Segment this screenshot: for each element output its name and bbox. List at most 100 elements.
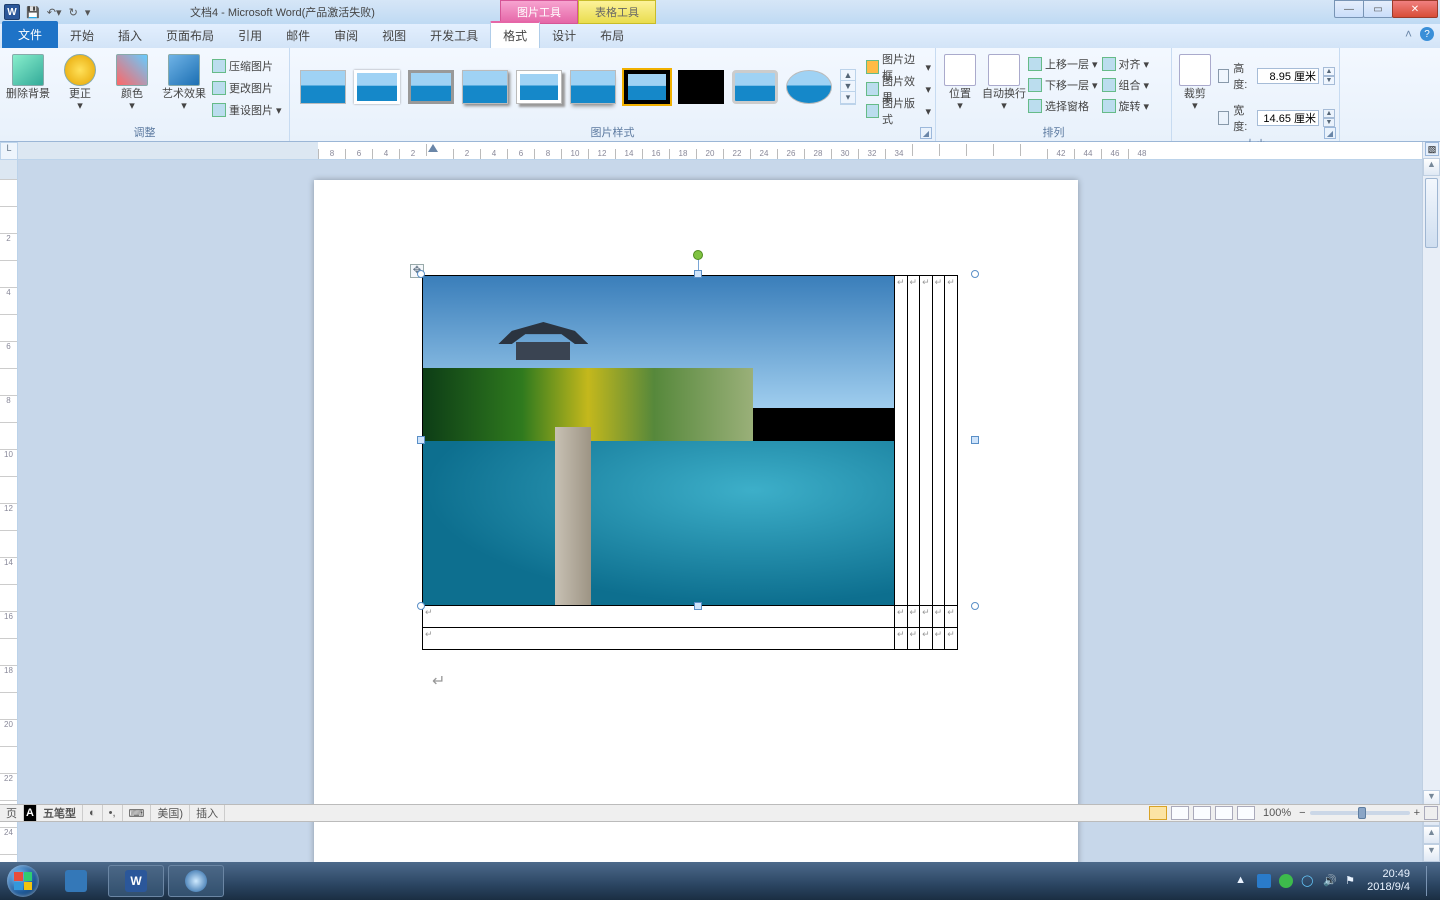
style-thumb-9[interactable] <box>732 70 778 104</box>
table-cell[interactable]: ↵ <box>945 606 958 628</box>
style-thumb-7[interactable] <box>624 70 670 104</box>
taskbar-item-word[interactable]: W <box>108 865 164 897</box>
resize-handle-t[interactable] <box>694 270 702 278</box>
tab-review[interactable]: 审阅 <box>322 23 370 48</box>
position-button[interactable]: 位置▾ <box>940 52 980 114</box>
style-thumb-10[interactable] <box>786 70 832 104</box>
zoom-out-icon[interactable]: − <box>1299 807 1305 819</box>
height-input[interactable] <box>1257 68 1319 84</box>
crop-button[interactable]: 裁剪▾ <box>1176 52 1214 114</box>
next-page-icon[interactable]: ▼ <box>1423 844 1440 862</box>
resize-handle-r[interactable] <box>971 436 979 444</box>
compress-pictures-button[interactable]: 压缩图片 <box>212 56 282 76</box>
tray-charm-icon[interactable]: ◯ <box>1301 874 1315 888</box>
rotate-handle[interactable] <box>693 250 703 260</box>
style-thumb-4[interactable] <box>462 70 508 104</box>
table-cell[interactable]: ↵ <box>423 606 895 628</box>
gallery-more[interactable]: ▲▼▾ <box>840 69 856 105</box>
wrap-text-button[interactable]: 自动换行▾ <box>984 52 1024 114</box>
zoom-level[interactable]: 100% <box>1263 807 1291 819</box>
view-web-icon[interactable] <box>1193 806 1211 820</box>
rotate-button[interactable]: 旋转 ▾ <box>1102 96 1150 116</box>
resize-handle-tr[interactable] <box>971 270 979 278</box>
qat-more-icon[interactable]: ▾ <box>83 6 93 19</box>
scroll-thumb[interactable] <box>1425 178 1438 248</box>
resize-handle-br[interactable] <box>971 602 979 610</box>
tray-app-icon[interactable] <box>1257 874 1271 888</box>
status-mode[interactable]: 插入 <box>190 805 225 821</box>
table-cell[interactable]: ↵ <box>945 628 958 650</box>
ruler-toggle-icon[interactable]: ▧ <box>1425 142 1439 156</box>
dialog-launcher-size[interactable]: ◢ <box>1324 127 1336 139</box>
undo-icon[interactable]: ↶▾ <box>45 6 64 19</box>
width-input[interactable] <box>1257 110 1319 126</box>
status-language[interactable]: 美国) <box>151 805 190 821</box>
scroll-up-icon[interactable]: ▲ <box>1423 158 1440 176</box>
style-thumb-5[interactable] <box>516 70 562 104</box>
ruler-corner[interactable]: L <box>0 142 18 160</box>
send-backward-button[interactable]: 下移一层 ▾ <box>1028 75 1098 95</box>
reset-picture-button[interactable]: 重设图片 ▾ <box>212 100 282 120</box>
taskbar-item[interactable] <box>48 865 104 897</box>
minimize-ribbon-icon[interactable]: ˄ <box>1405 27 1412 41</box>
show-desktop-button[interactable] <box>1426 866 1434 896</box>
status-page[interactable]: 页 <box>0 805 24 821</box>
tab-format[interactable]: 格式 <box>490 21 540 48</box>
artistic-effects-button[interactable]: 艺术效果▾ <box>160 52 208 114</box>
ime-punct-icon[interactable]: •, <box>103 805 123 821</box>
zoom-slider[interactable] <box>1310 811 1410 815</box>
tab-page-layout[interactable]: 页面布局 <box>154 23 226 48</box>
align-button[interactable]: 对齐 ▾ <box>1102 54 1150 74</box>
save-icon[interactable]: 💾 <box>24 6 42 19</box>
ime-indicator[interactable]: A <box>24 805 37 821</box>
group-button[interactable]: 组合 ▾ <box>1102 75 1150 95</box>
corrections-button[interactable]: 更正▾ <box>56 52 104 114</box>
prev-page-icon[interactable]: ▲ <box>1423 826 1440 844</box>
indent-marker[interactable] <box>428 144 438 152</box>
view-draft-icon[interactable] <box>1237 806 1255 820</box>
table-cell[interactable]: ↵ <box>907 628 920 650</box>
resize-handle-l[interactable] <box>417 436 425 444</box>
ime-name[interactable]: 五笔型 <box>37 805 83 821</box>
tab-file[interactable]: 文件 <box>2 21 58 48</box>
selection-pane-button[interactable]: 选择窗格 <box>1028 96 1098 116</box>
table-cell[interactable]: ↵ <box>895 628 908 650</box>
ime-half-full-icon[interactable]: ◐ <box>83 805 103 821</box>
width-spinner[interactable]: ▲▼ <box>1323 109 1335 127</box>
picture-layout-button[interactable]: 图片版式 ▾ <box>866 101 931 121</box>
redo-icon[interactable]: ↻ <box>67 6 80 19</box>
resize-handle-bl[interactable] <box>417 602 425 610</box>
tab-design[interactable]: 设计 <box>540 23 588 48</box>
dialog-launcher-styles[interactable]: ◢ <box>920 127 932 139</box>
vertical-scrollbar[interactable]: ▧ ▲ ▼ ◦ ▲ ▼ <box>1422 142 1440 862</box>
zoom-fit-icon[interactable] <box>1424 806 1438 820</box>
tab-mailings[interactable]: 邮件 <box>274 23 322 48</box>
table-cell[interactable]: ↵ <box>423 628 895 650</box>
tray-volume-icon[interactable]: 🔊 <box>1323 874 1337 888</box>
ime-keyboard-icon[interactable]: ⌨ <box>123 805 152 821</box>
style-thumb-3[interactable] <box>408 70 454 104</box>
resize-handle-tl[interactable] <box>417 270 425 278</box>
view-outline-icon[interactable] <box>1215 806 1233 820</box>
table-cell[interactable]: ↵ <box>920 628 933 650</box>
color-button[interactable]: 颜色▾ <box>108 52 156 114</box>
context-tab-table-tools[interactable]: 表格工具 <box>578 0 656 24</box>
change-picture-button[interactable]: 更改图片 <box>212 78 282 98</box>
tray-show-hidden-icon[interactable]: ▲ <box>1235 874 1249 888</box>
maximize-button[interactable]: ▭ <box>1363 0 1393 18</box>
style-thumb-6[interactable] <box>570 70 616 104</box>
horizontal-ruler[interactable]: 8642246810121416182022242628303234424446… <box>18 142 1422 160</box>
view-print-layout-icon[interactable] <box>1149 806 1167 820</box>
tray-security-icon[interactable] <box>1279 874 1293 888</box>
vertical-ruler[interactable]: 24681012141618202224 <box>0 160 18 862</box>
tab-developer[interactable]: 开发工具 <box>418 23 490 48</box>
bring-forward-button[interactable]: 上移一层 ▾ <box>1028 54 1098 74</box>
table-cell[interactable]: ↵ <box>932 606 945 628</box>
tray-action-center-icon[interactable]: ⚑ <box>1345 874 1359 888</box>
table-cell[interactable]: ↵ <box>932 628 945 650</box>
view-fullscreen-icon[interactable] <box>1171 806 1189 820</box>
tab-table-layout[interactable]: 布局 <box>588 23 636 48</box>
help-icon[interactable]: ? <box>1420 27 1434 41</box>
document-viewport[interactable]: ✥ ↵ ↵ ↵ ↵ ↵ ↵ <box>18 160 1422 862</box>
tab-insert[interactable]: 插入 <box>106 23 154 48</box>
